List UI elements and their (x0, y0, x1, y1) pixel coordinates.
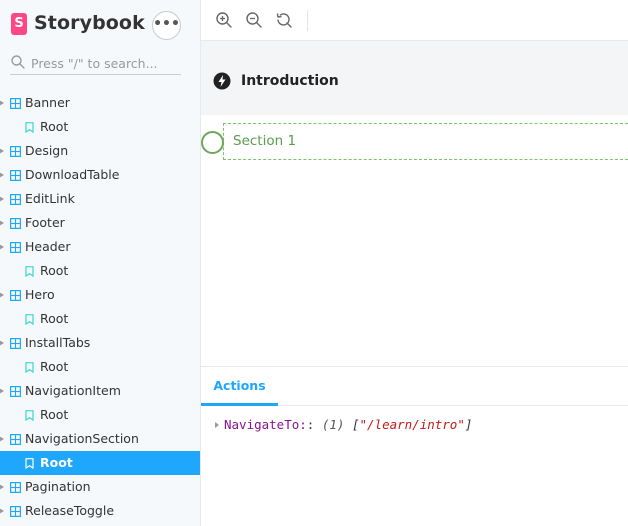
tree-item-label: Footer (25, 215, 65, 230)
component-item[interactable]: Banner (0, 91, 200, 115)
component-icon (10, 98, 21, 109)
component-icon (10, 242, 21, 253)
expand-triangle-icon[interactable] (215, 422, 219, 428)
caret-right-icon[interactable] (0, 220, 4, 226)
bookmark-icon (25, 122, 34, 133)
component-icon (10, 146, 21, 157)
array-open-bracket: [ (351, 417, 360, 432)
component-icon (10, 170, 21, 181)
tree-item-label: EditLink (25, 191, 75, 206)
tree-item-label: ReleaseToggle (25, 503, 115, 518)
story-item[interactable]: Root (0, 259, 200, 283)
component-icon (10, 290, 21, 301)
component-icon (10, 482, 21, 493)
story-tree: Banner Root Design DownloadTable EditLink Foo… (0, 91, 200, 523)
caret-right-icon[interactable] (0, 292, 4, 298)
section-label[interactable]: Section 1 (233, 133, 296, 149)
caret-right-icon[interactable] (0, 148, 4, 154)
story-item[interactable]: Root (0, 115, 200, 139)
component-item[interactable]: NavigationItem (0, 379, 200, 403)
search-icon (11, 55, 25, 69)
component-item[interactable]: EditLink (0, 187, 200, 211)
preview-toolbar (201, 0, 628, 41)
component-item[interactable]: Pagination (0, 475, 200, 499)
action-log-entry[interactable]: NavigateTo:: (1) ["/learn/intro"] (215, 417, 472, 432)
panel-tabbar: Actions (201, 367, 628, 406)
search-input[interactable] (31, 53, 181, 73)
story-item[interactable]: Root (0, 355, 200, 379)
ellipsis-icon: ••• (153, 16, 180, 32)
tree-item-label: Hero (25, 287, 55, 302)
action-separator: : (306, 417, 315, 432)
caret-right-icon[interactable] (0, 100, 4, 106)
caret-right-icon[interactable] (0, 196, 4, 202)
caret-right-icon[interactable] (0, 484, 4, 490)
component-item[interactable]: Design (0, 139, 200, 163)
component-item[interactable]: DownloadTable (0, 163, 200, 187)
story-item[interactable]: Root (0, 307, 200, 331)
bookmark-icon (25, 458, 34, 469)
intro-header[interactable]: Introduction (201, 41, 628, 115)
tree-item-label: Banner (25, 95, 70, 110)
lightning-icon (213, 72, 231, 90)
caret-right-icon[interactable] (0, 340, 4, 346)
caret-right-icon[interactable] (0, 436, 4, 442)
tree-item-label: InstallTabs (25, 335, 91, 350)
storybook-logo[interactable]: S (11, 13, 27, 35)
sidebar: S Storybook ••• Banner Root Design Download… (0, 0, 201, 526)
caret-right-icon[interactable] (0, 388, 4, 394)
component-icon (10, 434, 21, 445)
tree-item-label: Root (40, 119, 69, 134)
toolbar-divider (307, 10, 308, 31)
sidebar-menu-button[interactable]: ••• (152, 11, 181, 40)
caret-right-icon[interactable] (0, 508, 4, 514)
component-icon (10, 194, 21, 205)
component-item[interactable]: NavigationSection (0, 427, 200, 451)
sidebar-header: S Storybook ••• (0, 0, 200, 50)
component-icon (10, 218, 21, 229)
action-count: (1) (321, 417, 345, 432)
story-preview: Introduction Section 1 (201, 41, 628, 366)
component-icon (10, 338, 21, 349)
search-box (10, 52, 181, 75)
tree-item-label: DownloadTable (25, 167, 120, 182)
intro-title: Introduction (241, 73, 339, 89)
array-close-bracket: ] (464, 417, 473, 432)
caret-right-icon[interactable] (0, 172, 4, 178)
action-argument: "/learn/intro" (359, 417, 465, 432)
story-item[interactable]: Root (0, 403, 200, 427)
section-status-circle (201, 131, 224, 154)
tree-item-label: Root (40, 311, 69, 326)
component-icon (10, 386, 21, 397)
tree-item-label: NavigationSection (25, 431, 139, 446)
bookmark-icon (25, 410, 34, 421)
story-item[interactable]: Root (0, 451, 200, 475)
tree-item-label: Header (25, 239, 71, 254)
tree-item-label: Design (25, 143, 69, 158)
tree-item-label: Root (40, 455, 73, 470)
zoom-out-icon[interactable] (245, 11, 263, 29)
tree-item-label: Pagination (25, 479, 91, 494)
component-item[interactable]: Header (0, 235, 200, 259)
bookmark-icon (25, 314, 34, 325)
tree-item-label: Root (40, 359, 69, 374)
addons-panel: Actions NavigateTo:: (1) ["/learn/intro"… (201, 366, 628, 526)
component-item[interactable]: Footer (0, 211, 200, 235)
component-item[interactable]: InstallTabs (0, 331, 200, 355)
component-icon (10, 506, 21, 517)
brand-name[interactable]: Storybook (34, 12, 145, 34)
component-item[interactable]: Hero (0, 283, 200, 307)
caret-right-icon[interactable] (0, 244, 4, 250)
tree-item-label: NavigationItem (25, 383, 121, 398)
tab-actions[interactable]: Actions (201, 367, 278, 406)
bookmark-icon (25, 266, 34, 277)
action-name: NavigateTo: (224, 417, 307, 432)
component-item[interactable]: ReleaseToggle (0, 499, 200, 523)
zoom-reset-icon[interactable] (275, 11, 293, 29)
tree-item-label: Root (40, 407, 69, 422)
bookmark-icon (25, 362, 34, 373)
zoom-in-icon[interactable] (215, 11, 233, 29)
tree-item-label: Root (40, 263, 69, 278)
